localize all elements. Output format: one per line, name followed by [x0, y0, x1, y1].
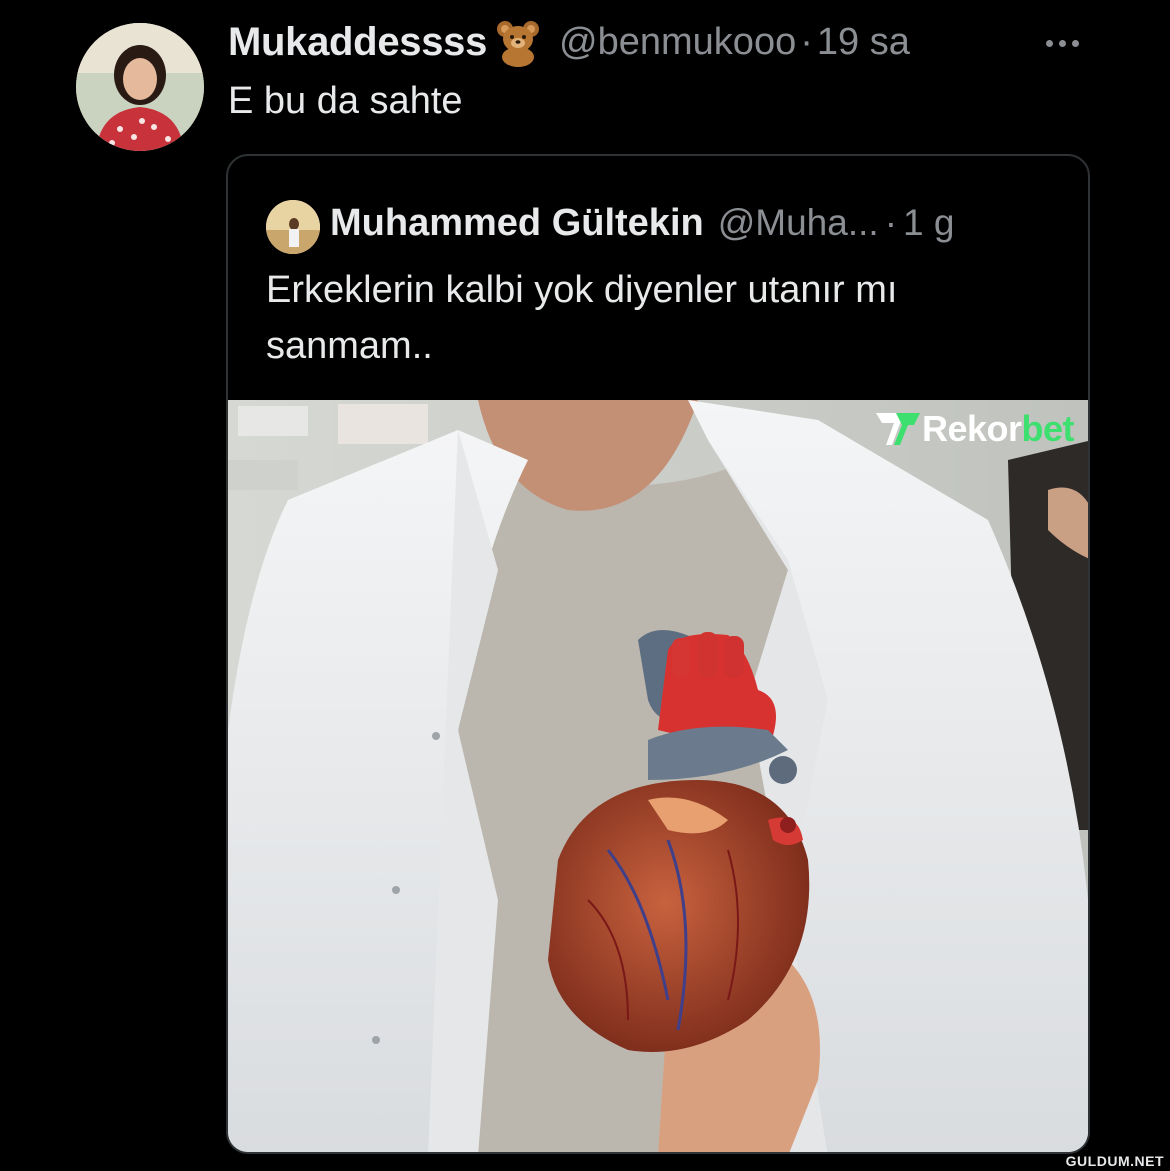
quoted-tweet-media[interactable]: Rekor bet: [228, 400, 1088, 1152]
quoted-avatar-image: [266, 200, 320, 254]
quoted-author-handle[interactable]: @Muha...: [718, 202, 879, 244]
watermark-accent: bet: [1021, 408, 1075, 449]
quoted-header-separator: ·: [884, 202, 898, 243]
quoted-author-display-name[interactable]: Muhammed Gültekin: [330, 202, 704, 245]
tweet-header: Mukaddessss @benmukooo · 19 sa: [228, 18, 910, 67]
teddy-bear-icon: [497, 21, 540, 67]
author-display-name[interactable]: Mukaddessss: [228, 20, 487, 65]
rekorbet-logo-icon: [876, 413, 920, 445]
more-options-icon[interactable]: [1046, 36, 1090, 50]
quoted-tweet-text: Erkeklerin kalbi yok diyenler utanır mı …: [266, 269, 898, 367]
tweet-timestamp[interactable]: 19 sa: [817, 21, 910, 64]
author-avatar-image: [76, 23, 204, 151]
quoted-author-avatar[interactable]: [266, 200, 320, 254]
quoted-tweet-header: Muhammed Gültekin @Muha... · 1 g: [330, 198, 954, 248]
site-watermark: GULDUM.NET: [1065, 1153, 1164, 1169]
header-separator: ·: [800, 20, 813, 63]
rekorbet-watermark: Rekor bet: [874, 408, 1075, 450]
author-avatar[interactable]: [76, 23, 204, 151]
tweet-text: E bu da sahte: [228, 80, 463, 122]
quoted-tweet-timestamp[interactable]: 1 g: [903, 202, 954, 244]
author-handle[interactable]: @benmukooo: [559, 21, 796, 64]
quoted-tweet-card[interactable]: Muhammed Gültekin @Muha... · 1 g Erkekle…: [226, 154, 1090, 1154]
watermark-text: Rekor: [922, 408, 1022, 449]
heart-model-photo: [228, 400, 1088, 1152]
